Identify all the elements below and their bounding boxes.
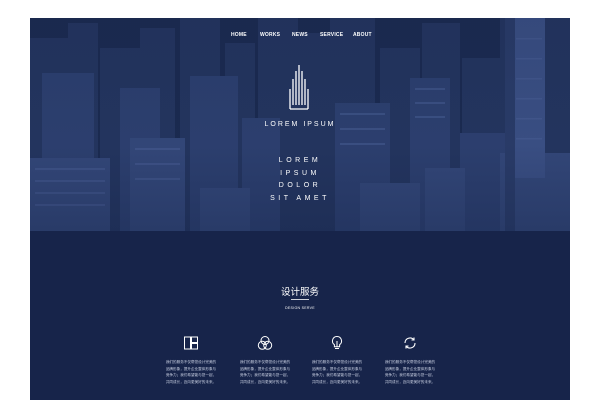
section-subtitle: DESIGN SERVE bbox=[285, 306, 315, 310]
main-nav: HOME WORKS NEWS SERVICE ABOUT bbox=[30, 32, 570, 44]
service-card: 我们的服务不仅帮您设计完美的品牌形象，提升企业整体形象与竞争力；我们希望能与您一… bbox=[239, 335, 291, 385]
service-description: 我们的服务不仅帮您设计完美的品牌形象，提升企业整体形象与竞争力；我们希望能与您一… bbox=[239, 360, 291, 384]
tagline-line: IPSUM bbox=[280, 169, 320, 177]
nav-item-news[interactable]: NEWS bbox=[292, 32, 308, 38]
tagline-line: LOREM bbox=[278, 157, 322, 164]
services-section: 设计服务 DESIGN SERVE 我们的服务不仅帮您设计完美的品牌形象，提升企… bbox=[30, 231, 570, 400]
service-card: 我们的服务不仅帮您设计完美的品牌形象，提升企业整体形象与竞争力；我们希望能与您一… bbox=[165, 335, 217, 385]
tagline-line: SIT AMET bbox=[270, 194, 330, 202]
section-title: 设计服务 bbox=[280, 287, 319, 298]
tagline-line: DOLOR bbox=[278, 182, 322, 189]
nav-item-home[interactable]: HOME bbox=[231, 32, 247, 38]
building-logo-icon bbox=[289, 65, 309, 110]
overlap-circles-icon bbox=[257, 336, 273, 350]
nav-item-service[interactable]: SERVICE bbox=[320, 32, 343, 38]
title-divider bbox=[291, 299, 309, 300]
nav-item-works[interactable]: WORKS bbox=[260, 32, 280, 38]
service-description: 我们的服务不仅帮您设计完美的品牌形象，提升企业整体形象与竞争力；我们希望能与您一… bbox=[311, 360, 363, 384]
hero-banner: HOME WORKS NEWS SERVICE ABOUT LOREM IPSU… bbox=[30, 18, 570, 231]
service-description: 我们的服务不仅帮您设计完美的品牌形象，提升企业整体形象与竞争力；我们希望能与您一… bbox=[384, 360, 436, 384]
refresh-icon bbox=[404, 337, 416, 349]
layout-icon bbox=[184, 336, 198, 350]
service-description: 我们的服务不仅帮您设计完美的品牌形象，提升企业整体形象与竞争力；我们希望能与您一… bbox=[165, 360, 217, 384]
service-card: 我们的服务不仅帮您设计完美的品牌形象，提升企业整体形象与竞争力；我们希望能与您一… bbox=[384, 335, 436, 385]
nav-item-about[interactable]: ABOUT bbox=[353, 32, 372, 38]
lightbulb-icon bbox=[331, 335, 343, 349]
service-card: 我们的服务不仅帮您设计完美的品牌形象，提升企业整体形象与竞争力；我们希望能与您一… bbox=[311, 335, 363, 385]
hero-tagline: LOREM IPSUM DOLOR SIT AMET bbox=[260, 155, 340, 205]
logo-text: LOREM IPSUM bbox=[264, 121, 336, 128]
page: HOME WORKS NEWS SERVICE ABOUT LOREM IPSU… bbox=[30, 18, 570, 400]
